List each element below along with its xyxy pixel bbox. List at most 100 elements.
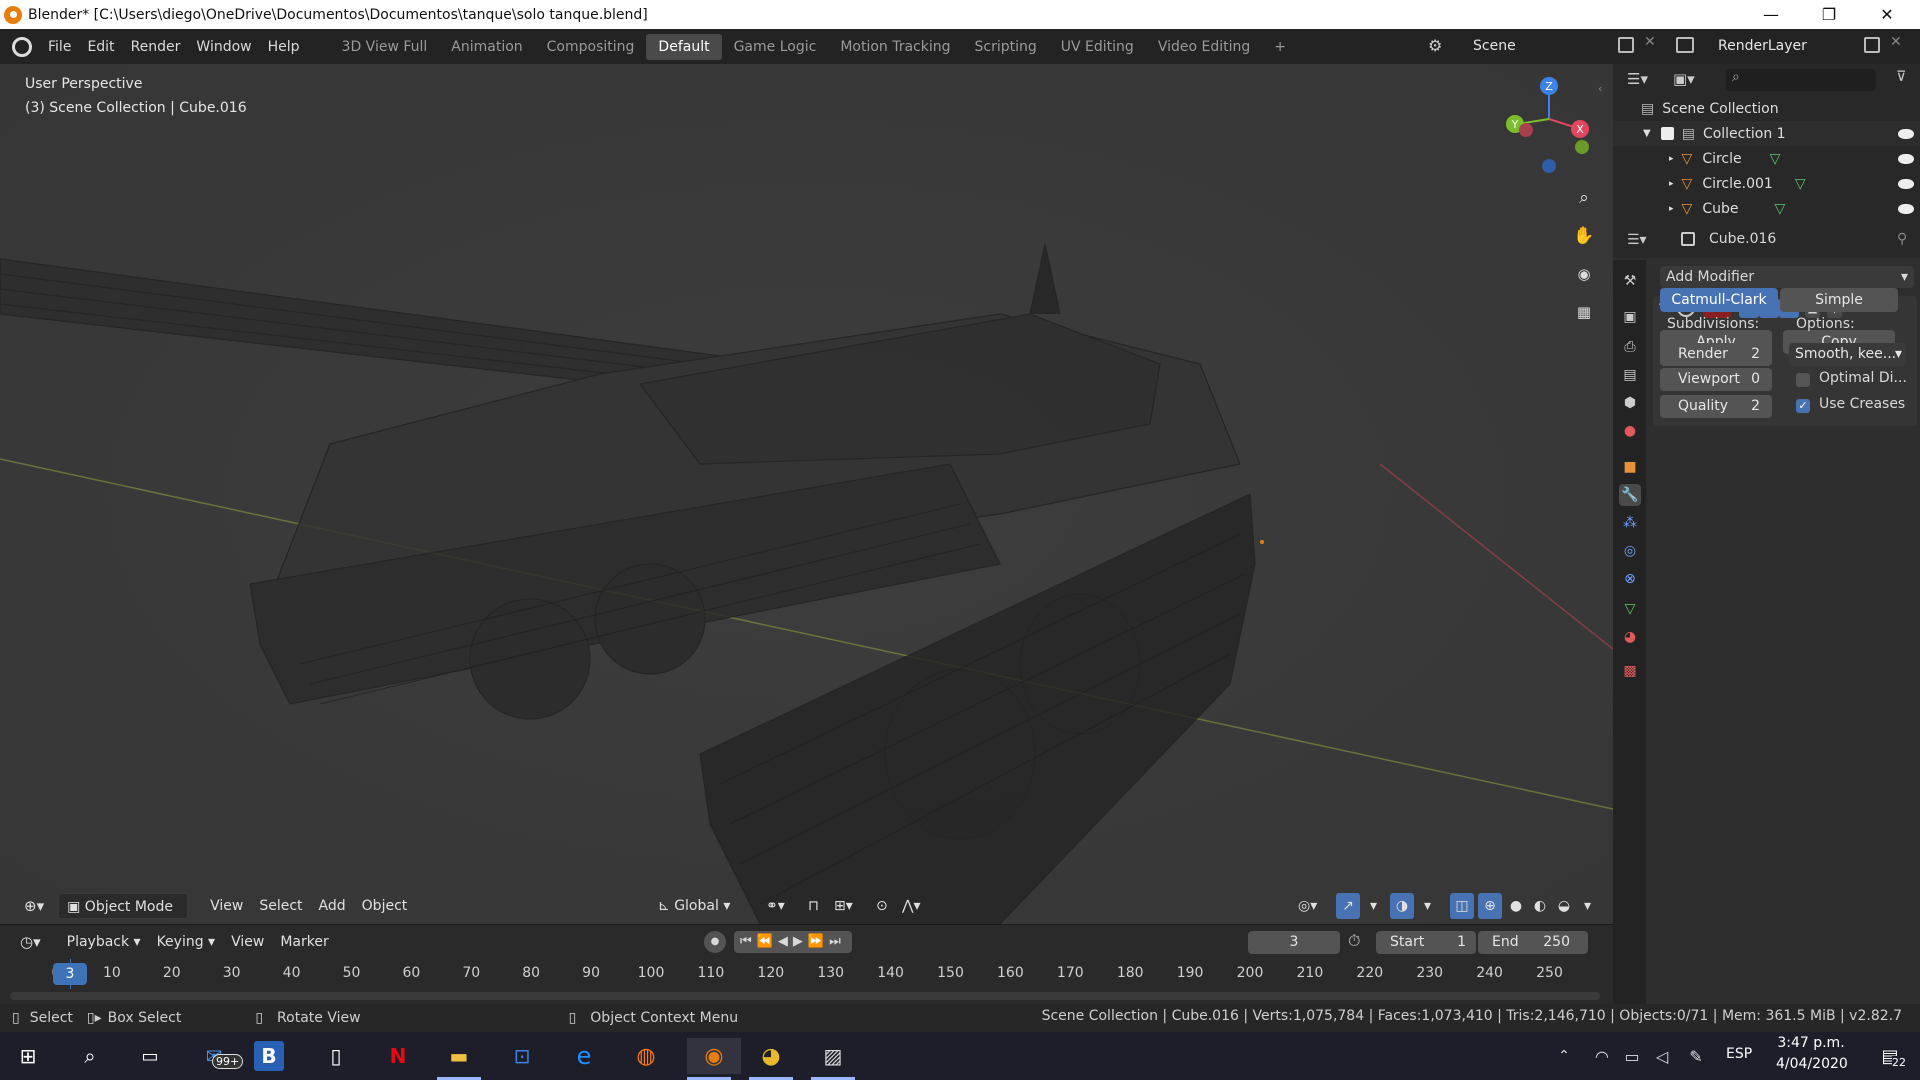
- new-renderlayer-icon[interactable]: [1864, 37, 1880, 53]
- mode-select-dropdown[interactable]: ▣ Object Mode ▾: [58, 893, 189, 941]
- menu-help[interactable]: Help: [260, 39, 308, 55]
- mail-icon[interactable]: ✉ 99+: [192, 1038, 244, 1074]
- menu-window[interactable]: Window: [188, 39, 259, 55]
- outliner-search-input[interactable]: ⌕: [1726, 69, 1876, 91]
- play-icon[interactable]: ▶: [793, 934, 808, 949]
- menu-keying[interactable]: Keying ▾: [149, 929, 224, 955]
- record-keyframe-icon[interactable]: ●: [704, 931, 726, 953]
- properties-editor-type-icon[interactable]: ☰▾: [1627, 232, 1647, 248]
- viewport-canvas[interactable]: Z X Y: [0, 64, 1613, 924]
- menu-timeline-view[interactable]: View: [223, 929, 272, 955]
- world-tab-icon[interactable]: ●: [1619, 420, 1641, 442]
- search-icon[interactable]: ⌕: [68, 1038, 112, 1074]
- xray-toggle-icon[interactable]: ◫: [1450, 893, 1474, 919]
- netflix-app-icon[interactable]: N: [376, 1038, 420, 1074]
- document-app-icon[interactable]: ▯: [314, 1038, 358, 1074]
- timeline-editor-type-icon[interactable]: ◷▾: [12, 929, 49, 955]
- firefox-browser-icon[interactable]: ◍: [624, 1038, 668, 1074]
- output-tab-icon[interactable]: ⎙: [1619, 336, 1641, 358]
- catmull-clark-tab[interactable]: Catmull-Clark: [1660, 288, 1778, 312]
- disclosure-triangle-icon[interactable]: ▼: [1643, 128, 1651, 139]
- outliner-row-collection-1[interactable]: ▼ ▤ Collection 1: [1613, 121, 1920, 146]
- snap-target-icon[interactable]: ⊞▾: [826, 893, 861, 919]
- task-view-icon[interactable]: ▭: [128, 1038, 172, 1074]
- menu-playback[interactable]: Playback ▾: [59, 929, 149, 955]
- visibility-icon[interactable]: ◎▾: [1290, 893, 1325, 919]
- mesh-data-icon[interactable]: ▽: [1774, 201, 1785, 217]
- material-shading-icon[interactable]: ◐: [1528, 893, 1552, 919]
- stopwatch-icon[interactable]: ⏱: [1348, 931, 1370, 953]
- outliner-row-scene-collection[interactable]: ▤ Scene Collection: [1613, 96, 1920, 121]
- constraints-tab-icon[interactable]: ⊗: [1619, 568, 1641, 590]
- clock-date[interactable]: 4/04/2020: [1776, 1056, 1848, 1072]
- render-tab-icon[interactable]: ▣: [1619, 306, 1641, 328]
- material-tab-icon[interactable]: ◕: [1619, 626, 1641, 648]
- outliner-editor-type-icon[interactable]: ☰▾: [1627, 70, 1648, 88]
- disclosure-triangle-icon[interactable]: ▸: [1669, 179, 1674, 189]
- add-modifier-dropdown[interactable]: Add Modifier ▾: [1660, 266, 1914, 288]
- menu-select[interactable]: Select: [251, 893, 310, 919]
- menu-render[interactable]: Render: [123, 39, 189, 55]
- delete-renderlayer-icon[interactable]: ✕: [1890, 34, 1902, 50]
- gizmo-options-icon[interactable]: ▾: [1362, 893, 1385, 919]
- play-reverse-icon[interactable]: ◀: [778, 934, 793, 949]
- menu-edit[interactable]: Edit: [79, 39, 122, 55]
- transform-orientation-dropdown[interactable]: ⊾ Global ▾: [650, 893, 738, 919]
- overlays-options-icon[interactable]: ▾: [1416, 893, 1439, 919]
- renderlayer-browse-icon[interactable]: [1676, 37, 1694, 53]
- gizmo-toggle-icon[interactable]: ↗: [1336, 893, 1360, 919]
- new-scene-icon[interactable]: [1618, 37, 1634, 53]
- disclosure-triangle-icon[interactable]: ▸: [1669, 154, 1674, 164]
- blender-menu-icon[interactable]: [12, 36, 32, 57]
- view-layer-tab-icon[interactable]: ▤: [1619, 364, 1641, 386]
- wifi-icon[interactable]: ◠: [1590, 1038, 1614, 1074]
- mesh-data-icon[interactable]: ▽: [1770, 151, 1781, 167]
- exclude-checkbox[interactable]: [1660, 127, 1674, 140]
- modifier-wrench-tab-icon[interactable]: 🔧: [1619, 484, 1641, 506]
- solid-shading-icon[interactable]: ●: [1504, 893, 1528, 919]
- battery-icon[interactable]: ▭: [1620, 1038, 1644, 1074]
- close-window-button[interactable]: ✕: [1858, 0, 1916, 29]
- file-explorer-icon[interactable]: ▬: [437, 1038, 481, 1080]
- blender-taskbar-icon[interactable]: ◉: [687, 1038, 741, 1080]
- zoom-icon[interactable]: ⌕: [1570, 184, 1598, 212]
- jump-start-icon[interactable]: ⏮: [740, 934, 757, 949]
- rendered-shading-icon[interactable]: ◒: [1552, 893, 1576, 919]
- photos-app-icon[interactable]: ▨: [811, 1038, 855, 1080]
- clock-time[interactable]: 3:47 p.m.: [1776, 1035, 1846, 1051]
- eye-icon[interactable]: [1898, 153, 1914, 164]
- start-frame-field[interactable]: Start 1: [1376, 931, 1476, 954]
- scene-tab-icon[interactable]: ⬢: [1619, 392, 1641, 414]
- pin-icon[interactable]: ⚲: [1897, 231, 1907, 247]
- workspace-tab-compositing[interactable]: Compositing: [535, 34, 647, 60]
- tool-tab-icon[interactable]: ⚒: [1619, 270, 1641, 292]
- shading-options-icon[interactable]: ▾: [1576, 893, 1599, 919]
- outliner-row-circle-001[interactable]: ▸ ▽ Circle.001 ▽: [1613, 171, 1920, 196]
- grid-perspective-icon[interactable]: ▦: [1570, 298, 1598, 326]
- edge-browser-icon[interactable]: e: [562, 1038, 606, 1074]
- wireframe-shading-icon[interactable]: ⊕: [1478, 893, 1502, 919]
- eye-icon[interactable]: [1898, 178, 1914, 189]
- quality-field[interactable]: Quality 2: [1660, 395, 1772, 418]
- physics-tab-icon[interactable]: ◎: [1619, 540, 1641, 562]
- proportional-edit-icon[interactable]: ⊙: [868, 893, 896, 919]
- mesh-data-icon[interactable]: ▽: [1795, 176, 1806, 192]
- simple-tab[interactable]: Simple: [1780, 288, 1898, 312]
- prev-keyframe-icon[interactable]: ⏪: [757, 934, 778, 949]
- eye-icon[interactable]: [1898, 203, 1914, 214]
- outliner-row-circle[interactable]: ▸ ▽ Circle ▽: [1613, 146, 1920, 171]
- scene-browse-icon[interactable]: ⚙: [1428, 33, 1460, 59]
- falloff-icon[interactable]: ⋀▾: [894, 893, 929, 919]
- disclosure-triangle-icon[interactable]: ▸: [1669, 204, 1674, 214]
- workspace-tab-motion-tracking[interactable]: Motion Tracking: [828, 34, 962, 60]
- workspace-tab-video-editing[interactable]: Video Editing: [1146, 34, 1262, 60]
- display-mode-icon[interactable]: ▣▾: [1673, 70, 1695, 88]
- pan-hand-icon[interactable]: ✋: [1570, 222, 1598, 250]
- volume-icon[interactable]: ◁: [1650, 1038, 1674, 1074]
- optimal-display-checkbox[interactable]: [1796, 373, 1810, 387]
- workspace-tab-default[interactable]: Default: [646, 33, 722, 60]
- booking-app-icon[interactable]: B: [254, 1041, 284, 1071]
- store-app-icon[interactable]: ⊡: [500, 1038, 544, 1074]
- scene-name-field[interactable]: Scene: [1473, 33, 1516, 59]
- snap-toggle-icon[interactable]: ⊓: [800, 893, 827, 919]
